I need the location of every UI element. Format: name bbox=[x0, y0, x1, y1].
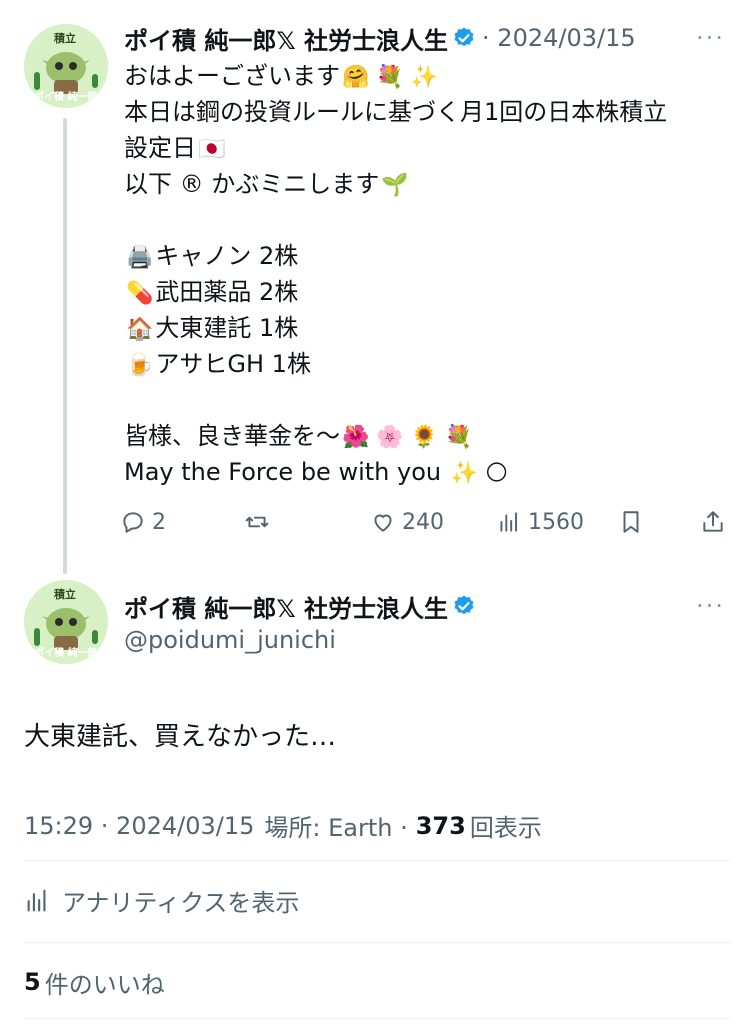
pill-icon: 💊 bbox=[126, 281, 154, 306]
retweet-button[interactable] bbox=[244, 500, 276, 544]
avatar-label-bottom: ポイ積 純一郎 bbox=[34, 92, 98, 103]
emoji-icon: 🤗 💐 ✨ bbox=[342, 65, 439, 90]
heart-icon bbox=[374, 514, 392, 532]
sparkles-moon-icon: ✨ 🌕 bbox=[450, 461, 509, 486]
more-options-icon[interactable]: ··· bbox=[696, 592, 725, 620]
verified-badge-icon bbox=[454, 27, 474, 47]
user-handle[interactable]: @poidumi_junichi bbox=[124, 626, 336, 654]
beer-icon: 🍺 bbox=[126, 353, 154, 378]
printer-icon: 🖨️ bbox=[126, 245, 154, 270]
analytics-link[interactable]: アナリティクスを表示 bbox=[24, 880, 299, 920]
avatar-label-top: 積立 bbox=[54, 588, 76, 601]
share-icon bbox=[703, 511, 723, 532]
tweet-header: ポイ積 純一郎𝕏 社労士浪人生 · 2024/03/15 bbox=[124, 21, 636, 56]
tweet-location: 場所: Earth · bbox=[264, 814, 408, 842]
tweet-line: 🖨️キャノン 2株 bbox=[124, 238, 667, 274]
tweet-text: 大東建託、買えなかった… bbox=[24, 722, 337, 752]
reply-count: 2 bbox=[152, 509, 166, 535]
view-count: 1560 bbox=[528, 509, 584, 535]
analytics-label: アナリティクスを表示 bbox=[62, 888, 300, 917]
avatar[interactable]: 積立 ポイ積 純一郎 bbox=[24, 24, 108, 108]
retweet-icon bbox=[245, 516, 269, 528]
avatar[interactable]: 積立 ポイ積 純一郎 bbox=[24, 580, 108, 664]
like-button[interactable]: 240 bbox=[370, 500, 444, 544]
likes-count: 5 bbox=[24, 968, 41, 996]
tweet-line: 皆様、良き華金を〜🌺 🌸 🌻 💐 bbox=[124, 418, 667, 454]
view-count: 373 bbox=[415, 811, 466, 840]
divider bbox=[24, 942, 730, 943]
seedling-icon: 🌱 bbox=[381, 173, 409, 198]
avatar-label-bottom: ポイ積 純一郎 bbox=[34, 648, 98, 659]
share-button[interactable] bbox=[700, 500, 732, 544]
verified-badge-icon bbox=[454, 595, 474, 615]
divider bbox=[24, 860, 730, 861]
analytics-icon bbox=[27, 889, 46, 912]
bookmark-button[interactable] bbox=[618, 500, 650, 544]
tweet-meta: 15:29 · 2024/03/15 場所: Earth · 373 回表示 bbox=[24, 808, 542, 843]
tweet-line: 以下 ® かぶミニします🌱 bbox=[124, 166, 667, 202]
japan-flag-icon: 🇯🇵 bbox=[198, 137, 226, 162]
reply-button[interactable]: 2 bbox=[120, 500, 166, 544]
tweet-line: おはよーございます🤗 💐 ✨ bbox=[124, 58, 667, 94]
tweet-body: おはよーございます🤗 💐 ✨ 本日は鋼の投資ルールに基づく月1回の日本株積立 設… bbox=[124, 58, 667, 490]
likes-link[interactable]: 5 件のいいね bbox=[24, 962, 165, 1002]
display-name[interactable]: ポイ積 純一郎𝕏 社労士浪人生 bbox=[124, 21, 448, 56]
reply-icon bbox=[123, 512, 143, 533]
thread-line bbox=[63, 118, 67, 574]
more-options-icon[interactable]: ··· bbox=[696, 24, 725, 52]
house-icon: 🏠 bbox=[126, 317, 154, 342]
tweet-line: 💊武田薬品 2株 bbox=[124, 274, 667, 310]
tweet-timestamp[interactable]: 15:29 · 2024/03/15 bbox=[24, 812, 254, 840]
avatar-label-top: 積立 bbox=[54, 32, 76, 45]
like-count: 240 bbox=[402, 509, 444, 535]
tweet-date[interactable]: · 2024/03/15 bbox=[482, 24, 636, 52]
view-suffix: 回表示 bbox=[469, 814, 542, 842]
tweet-actions: 2 240 1560 bbox=[120, 500, 740, 544]
bookmark-icon bbox=[623, 511, 639, 533]
tweet-line: 🍺アサヒGH 1株 bbox=[124, 346, 667, 382]
divider bbox=[24, 1018, 730, 1019]
tweet-line: 本日は鋼の投資ルールに基づく月1回の日本株積立 bbox=[124, 98, 668, 126]
display-name[interactable]: ポイ積 純一郎𝕏 社労士浪人生 bbox=[124, 589, 448, 624]
flowers-icon: 🌺 🌸 🌻 💐 bbox=[342, 425, 473, 450]
likes-suffix: 件のいいね bbox=[44, 970, 165, 999]
tweet-line: May the Force be with you ✨ 🌕 bbox=[124, 454, 667, 490]
tweet-line: 設定日🇯🇵 bbox=[124, 130, 667, 166]
tweet-header: ポイ積 純一郎𝕏 社労士浪人生 bbox=[124, 589, 476, 624]
views-chart-icon bbox=[500, 512, 518, 532]
tweet-line: 🏠大東建託 1株 bbox=[124, 310, 667, 346]
views-button[interactable]: 1560 bbox=[496, 500, 584, 544]
